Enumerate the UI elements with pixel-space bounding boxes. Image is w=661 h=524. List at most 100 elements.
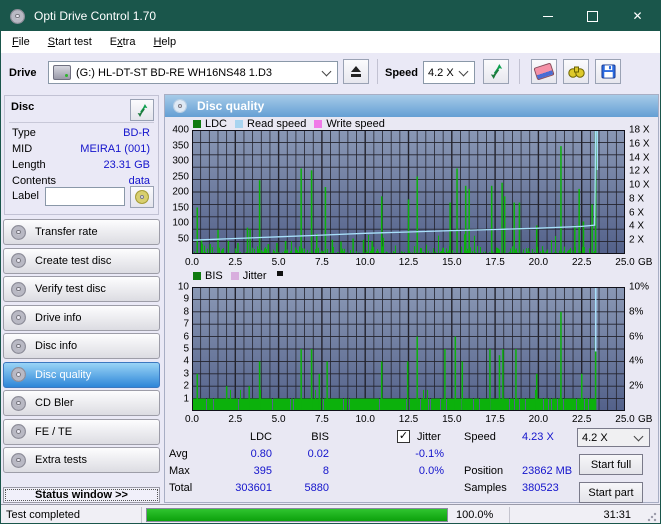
cd-icon — [135, 190, 149, 204]
disc-field-label-contents: Contents — [12, 175, 57, 187]
menu-item-file[interactable]: File — [3, 33, 39, 51]
y-axis-tick-left: 100 — [172, 217, 189, 229]
sidebar-item-verify-test-disc[interactable]: Verify test disc — [3, 276, 160, 302]
x-axis-tick: 12.5 — [398, 257, 419, 268]
drive-select-value: (G:) HL-DT-ST BD-RE WH16NS48 1.D3 — [76, 66, 273, 79]
speed-label: Speed — [385, 67, 419, 79]
start-full-button[interactable]: Start full — [579, 454, 643, 475]
sidebar-item-extra-tests[interactable]: Extra tests — [3, 447, 160, 473]
sidebar-item-drive-info[interactable]: Drive info — [3, 304, 160, 331]
app-icon — [10, 8, 25, 24]
y-axis-tick-left: 4 — [183, 355, 189, 367]
toolbar-separator — [519, 59, 520, 84]
test-speed-value: 4.2 X — [582, 431, 608, 444]
disc-icon — [11, 338, 26, 354]
toolbar-separator — [377, 59, 378, 84]
legend-item-ldc: LDC — [193, 118, 227, 130]
x-axis-tick: 20.0 — [528, 257, 549, 268]
ldc-chart-plot — [192, 130, 625, 254]
y-axis-tick-left: 7 — [183, 318, 189, 330]
legend-label: LDC — [205, 118, 228, 130]
test-speed-select[interactable]: 4.2 X — [577, 428, 650, 447]
disc-field-value-length: 23.31 GB — [103, 159, 150, 171]
speed-select[interactable]: 4.2 X — [423, 61, 475, 84]
resize-grip[interactable] — [647, 512, 657, 522]
y-axis-tick-right: 18 X — [629, 124, 650, 136]
sidebar-item-label: FE / TE — [35, 425, 73, 438]
disc-field-label-length: Length — [12, 159, 46, 171]
y-axis-tick-right: 10% — [629, 281, 650, 293]
y-axis-tick-left: 250 — [172, 171, 189, 182]
refresh-button[interactable] — [483, 59, 509, 84]
disc-quality-panel: Disc quality LDC Read speed Write speed 40… — [164, 94, 659, 503]
sidebar-item-fe-te[interactable]: FE / TE — [3, 418, 160, 445]
disc-panel-title: Disc — [11, 101, 35, 113]
sidebar-item-disc-info[interactable]: Disc info — [3, 333, 160, 359]
bis-chart-plot — [192, 287, 625, 411]
stats-value: 5880 — [304, 482, 329, 494]
sidebar-item-cd-bler[interactable]: CD Bler — [3, 390, 160, 416]
maximize-icon — [587, 10, 598, 22]
disc-label-button[interactable] — [130, 186, 154, 208]
y-axis-tick-right: 8 X — [629, 193, 645, 205]
stats-info-value-position: 23862 MB — [522, 465, 573, 477]
menu-item-help[interactable]: Help — [144, 33, 185, 51]
window-title: Opti Drive Control 1.70 — [34, 9, 157, 23]
y-axis-tick-right: 10 X — [629, 179, 650, 191]
menu-item-extra[interactable]: Extra — [101, 33, 145, 51]
start-part-button[interactable]: Start part — [579, 482, 643, 503]
disc-field-value-mid: MEIRA1 (001) — [80, 143, 150, 155]
y-axis-tick-right: 12 X — [629, 165, 650, 177]
stats-value: 8 — [322, 465, 329, 477]
eject-button[interactable] — [343, 59, 369, 84]
x-axis-unit-label: GB — [638, 257, 653, 268]
sidebar-item-create-test-disc[interactable]: Create test disc — [3, 247, 160, 274]
chevron-down-icon — [633, 431, 644, 441]
minimize-button[interactable] — [525, 1, 570, 31]
close-button[interactable]: ✕ — [615, 1, 660, 31]
disc-field-label-type: Type — [12, 127, 36, 139]
y-axis-tick-left: 150 — [172, 202, 189, 213]
jitter-checkbox-label: Jitter — [417, 431, 441, 443]
chevron-down-icon — [458, 66, 469, 76]
stats-value: 395 — [253, 465, 272, 477]
y-axis-tick-left: 2 — [183, 380, 189, 392]
x-axis-unit-label: GB — [638, 414, 653, 425]
menu-item-start-test[interactable]: Start test — [39, 33, 101, 51]
y-axis-tick-left: 3 — [183, 368, 189, 380]
x-axis-tick: 0.0 — [185, 414, 199, 425]
status-window-button[interactable]: Status window >> — [3, 487, 160, 503]
x-axis-tick: 20.0 — [528, 414, 549, 425]
drive-label: Drive — [9, 67, 37, 79]
disc-refresh-button[interactable] — [130, 99, 154, 121]
save-button[interactable] — [595, 59, 621, 84]
maximize-button[interactable] — [570, 1, 615, 31]
top-chart-legend: LDC Read speed Write speed — [193, 118, 393, 130]
y-axis-tick-left: 9 — [183, 293, 189, 305]
label-input[interactable] — [45, 187, 125, 206]
elapsed-time: 31:31 — [603, 509, 631, 521]
x-axis-tick: 17.5 — [485, 257, 505, 268]
sidebar-item-label: Disc quality — [35, 368, 92, 381]
toolbar: Drive (G:) HL-DT-ST BD-RE WH16NS48 1.D3 … — [1, 53, 660, 91]
disc-check-button[interactable] — [563, 59, 589, 84]
jitter-checkbox[interactable]: ✓ — [397, 430, 410, 443]
x-axis-tick: 15.0 — [442, 414, 462, 425]
y-axis-tick-left: 8 — [183, 306, 189, 318]
stats-value: 0.80 — [250, 448, 272, 460]
statusbar-separator — [141, 507, 142, 523]
x-axis-tick: 10.0 — [355, 257, 375, 268]
disc-icon — [11, 424, 26, 439]
stats-row-label: Total — [169, 482, 193, 494]
x-axis-tick: 25.0 — [615, 414, 635, 425]
refresh-icon — [137, 103, 147, 117]
stats-col-header-bis: BIS — [311, 431, 329, 443]
menubar: File Start test Extra Help — [1, 31, 660, 53]
label-field-label: Label — [12, 190, 39, 202]
sidebar-item-transfer-rate[interactable]: Transfer rate — [3, 219, 160, 245]
eraser-icon — [533, 62, 555, 81]
erase-button[interactable] — [531, 59, 557, 84]
sidebar-item-disc-quality[interactable]: Disc quality — [3, 361, 160, 388]
drive-select[interactable]: (G:) HL-DT-ST BD-RE WH16NS48 1.D3 — [48, 61, 338, 84]
refresh-icon — [490, 64, 502, 79]
